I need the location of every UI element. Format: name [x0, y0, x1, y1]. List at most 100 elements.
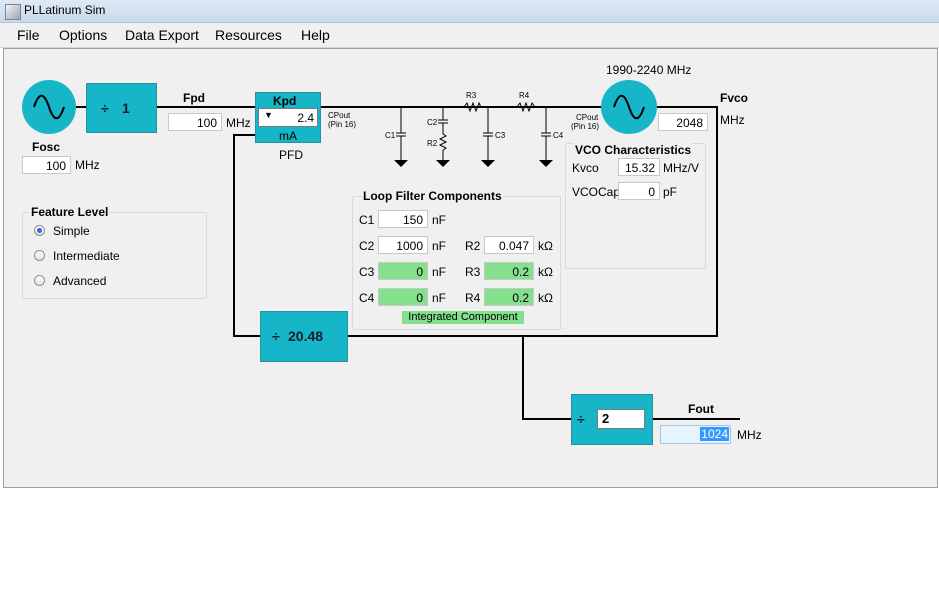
- c4-input[interactable]: 0: [378, 288, 428, 306]
- r3-label: R3: [465, 265, 481, 279]
- menu-bar: File Options Data Export Resources Help: [0, 23, 939, 48]
- r4-input[interactable]: 0.2: [484, 288, 534, 306]
- r3-unit: kΩ: [538, 265, 553, 279]
- vco-range-label: 1990-2240 MHz: [606, 63, 692, 77]
- c3-input[interactable]: 0: [378, 262, 428, 280]
- fvco-input[interactable]: 2048: [658, 113, 708, 131]
- r2-input[interactable]: 0.047: [484, 236, 534, 254]
- wire-out-branch: [522, 336, 524, 419]
- wire-osc-rdiv: [76, 106, 86, 108]
- radio-intermediate[interactable]: [34, 250, 45, 261]
- c1-label: C1: [359, 213, 375, 227]
- menu-data-export[interactable]: Data Export: [125, 27, 199, 43]
- title-bar: PLLatinum Sim: [0, 0, 939, 23]
- loop-filter-title: Loop Filter Components: [362, 189, 503, 203]
- wire-fout: [653, 418, 740, 420]
- r-divider-block[interactable]: ÷ 1: [86, 83, 157, 133]
- c2-input[interactable]: 1000: [378, 236, 428, 254]
- fvco-label: Fvco: [720, 91, 749, 105]
- fpd-label: Fpd: [183, 91, 205, 105]
- divide-symbol-icon: ÷: [577, 411, 585, 427]
- wire-feedback-top: [348, 335, 718, 337]
- integrated-component-legend: Integrated Component: [402, 311, 524, 324]
- fout-input[interactable]: 1024: [660, 425, 731, 444]
- sine-wave-icon: [613, 94, 645, 120]
- divide-symbol-icon: ÷: [101, 100, 109, 116]
- fosc-input[interactable]: 100: [22, 156, 71, 174]
- kpd-value: 2.4: [297, 111, 314, 125]
- menu-file[interactable]: File: [17, 27, 40, 43]
- radio-intermediate-label[interactable]: Intermediate: [53, 249, 120, 263]
- c2-label: C2: [359, 239, 375, 253]
- fvco-unit: MHz: [720, 113, 745, 127]
- kvco-input[interactable]: 15.32: [618, 158, 660, 176]
- fout-unit: MHz: [737, 428, 762, 442]
- r2-label: R2: [465, 239, 481, 253]
- fout-label: Fout: [688, 402, 714, 416]
- c3-label: C3: [359, 265, 375, 279]
- kvco-unit: MHz/V: [663, 161, 699, 175]
- wire-feedback-pfd: [233, 134, 255, 136]
- wire-vco-out: [657, 106, 717, 108]
- c1-schematic-label: C1: [385, 131, 396, 140]
- c4-unit: nF: [432, 291, 447, 305]
- c2-unit: nF: [432, 239, 447, 253]
- pfd-block: Kpd ▼ 2.4 mA: [255, 92, 321, 143]
- r4-label: R4: [465, 291, 481, 305]
- pfd-pin-label: (Pin 16): [328, 120, 357, 129]
- c2-schematic-label: C2: [427, 118, 438, 127]
- radio-advanced-label[interactable]: Advanced: [53, 274, 106, 288]
- kvco-label: Kvco: [572, 161, 599, 175]
- c1-input[interactable]: 150: [378, 210, 428, 228]
- oscillator-source: [22, 80, 76, 134]
- wire-out-div: [522, 418, 571, 420]
- r3-schematic-label: R3: [466, 91, 477, 100]
- r4-unit: kΩ: [538, 291, 553, 305]
- output-divider-block: ÷ 2: [571, 394, 653, 445]
- vco-block: [601, 80, 657, 134]
- fosc-label: Fosc: [32, 140, 61, 154]
- vcocap-input[interactable]: 0: [618, 182, 660, 200]
- app-icon: [5, 4, 21, 20]
- vcocap-label: VCOCap: [572, 185, 621, 199]
- wire-rdiv-pfd: [157, 106, 255, 108]
- window-title: PLLatinum Sim: [24, 3, 106, 17]
- menu-help[interactable]: Help: [301, 27, 330, 43]
- n-divider-block[interactable]: ÷ 20.48: [260, 311, 348, 362]
- menu-resources[interactable]: Resources: [215, 27, 282, 43]
- pfd-label: PFD: [279, 148, 303, 162]
- r4-schematic-label: R4: [519, 91, 530, 100]
- wire-feedback-left: [233, 134, 235, 337]
- kpd-dropdown[interactable]: ▼ 2.4: [258, 108, 318, 127]
- vco-pin-label: (Pin 16): [571, 122, 600, 131]
- vcocap-unit: pF: [663, 185, 678, 199]
- c4-schematic-label: C4: [553, 131, 564, 140]
- menu-options[interactable]: Options: [59, 27, 107, 43]
- r2-unit: kΩ: [538, 239, 553, 253]
- radio-advanced[interactable]: [34, 275, 45, 286]
- c1-unit: nF: [432, 213, 447, 227]
- fpd-input[interactable]: 100: [168, 113, 222, 131]
- pfd-cpout-label: CPout: [328, 111, 351, 120]
- radio-simple[interactable]: [34, 225, 45, 236]
- kpd-label: Kpd: [273, 94, 297, 108]
- chevron-down-icon: ▼: [264, 110, 273, 120]
- n-divider-value: 20.48: [288, 328, 324, 344]
- feature-level-title: Feature Level: [30, 205, 110, 219]
- c3-unit: nF: [432, 265, 447, 279]
- output-divider-input[interactable]: 2: [597, 409, 645, 429]
- kpd-unit: mA: [279, 129, 297, 143]
- fosc-unit: MHz: [75, 158, 100, 172]
- vco-cpout-label: CPout: [576, 113, 599, 122]
- fout-value: 1024: [700, 427, 729, 441]
- r3-input[interactable]: 0.2: [484, 262, 534, 280]
- sine-wave-icon: [33, 94, 65, 120]
- wire-fvco-down: [716, 106, 718, 337]
- c3-schematic-label: C3: [495, 131, 506, 140]
- fpd-unit: MHz: [226, 116, 251, 130]
- radio-simple-label[interactable]: Simple: [53, 224, 90, 238]
- r2-schematic-label: R2: [427, 139, 438, 148]
- wire-feedback-ndiv: [233, 335, 260, 337]
- r-divider-value: 1: [122, 100, 130, 116]
- vco-characteristics-title: VCO Characteristics: [574, 143, 693, 157]
